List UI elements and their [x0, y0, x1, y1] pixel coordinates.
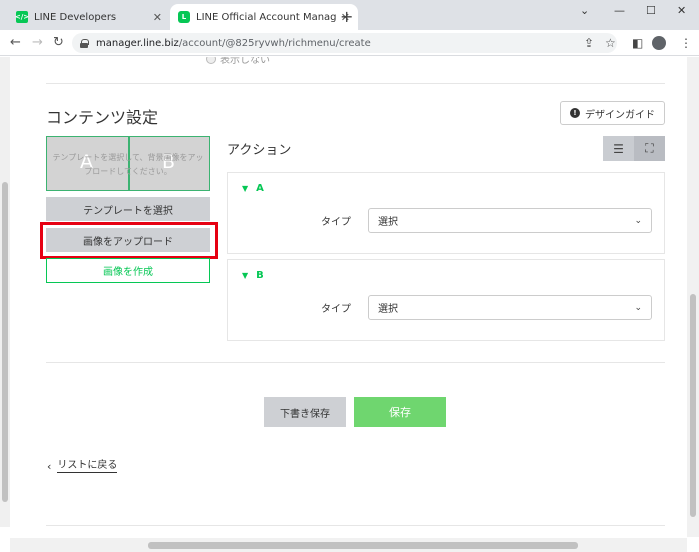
left-scrollbar[interactable] [0, 57, 10, 527]
highlight-box [40, 222, 218, 259]
info-icon: ! [570, 108, 580, 118]
preview-hint: テンプレートを選択して、背景画像をアップロードしてください。 [52, 153, 204, 176]
page-viewport: 表示しない コンテンツ設定 ! デザインガイド A B テンプレートを選択して、… [0, 57, 699, 552]
section-title: コンテンツ設定 [46, 108, 159, 127]
fullscreen-icon[interactable]: ⛶ [634, 136, 665, 161]
action-panel-a: ▼ A タイプ 選択 ⌄ [227, 172, 665, 254]
tab-line-official-account-manager[interactable]: L LINE Official Account Manager ✕ [170, 4, 358, 30]
type-label: タイプ [321, 304, 351, 315]
minimize-icon[interactable]: — [614, 4, 625, 17]
url-host: manager.line.biz [96, 37, 179, 49]
chevron-down-icon: ⌄ [634, 302, 642, 313]
chevron-down-icon[interactable]: ⌄ [580, 4, 589, 17]
window-close-icon[interactable]: ✕ [677, 4, 686, 17]
type-select[interactable]: 選択 ⌄ [368, 295, 652, 320]
actions-title: アクション [227, 143, 292, 158]
tab-title: LINE Developers [34, 11, 117, 23]
radio-label: 表示しない [220, 57, 270, 66]
side-panel-icon[interactable]: ◧ [632, 36, 643, 50]
back-to-list-link[interactable]: ‹ リストに戻る [47, 460, 118, 473]
scrollbar-thumb[interactable] [690, 294, 696, 517]
back-link-label: リストに戻る [57, 460, 118, 473]
tab-title: LINE Official Account Manager [196, 11, 337, 23]
share-icon[interactable]: ⇪ [584, 36, 594, 50]
lock-icon [80, 38, 89, 48]
action-label: A [256, 183, 264, 194]
browser-tab-bar: </> LINE Developers ✕ L LINE Official Ac… [0, 0, 699, 30]
divider [46, 525, 665, 526]
action-panel-b: ▼ B タイプ 選択 ⌄ [227, 259, 665, 341]
profile-avatar[interactable] [652, 36, 666, 50]
right-scrollbar[interactable] [687, 57, 699, 537]
divider [46, 83, 665, 84]
view-toggle: ☰ ⛶ [603, 136, 665, 161]
chevron-down-icon: ▼ [242, 271, 249, 280]
save-button[interactable]: 保存 [354, 397, 446, 427]
new-tab-icon[interactable]: + [340, 7, 353, 26]
radio-icon [206, 57, 216, 64]
type-select-value: 選択 [378, 304, 398, 315]
maximize-icon[interactable]: ☐ [646, 4, 656, 17]
radio-hidden-option[interactable]: 表示しない [206, 57, 270, 66]
type-select[interactable]: 選択 ⌄ [368, 208, 652, 233]
url-input[interactable]: manager.line.biz/account/@825ryvwh/richm… [72, 33, 617, 53]
forward-arrow-icon[interactable]: → [32, 35, 43, 50]
save-draft-button[interactable]: 下書き保存 [264, 397, 346, 427]
select-template-button[interactable]: テンプレートを選択 [46, 197, 210, 221]
reload-icon[interactable]: ↻ [53, 35, 64, 50]
design-guide-button[interactable]: ! デザインガイド [560, 101, 665, 125]
back-arrow-icon[interactable]: ← [10, 35, 21, 50]
create-image-button[interactable]: 画像を作成 [46, 258, 210, 283]
type-select-value: 選択 [378, 217, 398, 228]
tab-line-developers[interactable]: </> LINE Developers ✕ [8, 4, 170, 30]
type-label: タイプ [321, 217, 351, 228]
url-path: /account/@825ryvwh/richmenu/create [178, 37, 371, 49]
list-view-icon[interactable]: ☰ [603, 136, 634, 161]
menu-kebab-icon[interactable]: ⋮ [680, 36, 692, 50]
line-oa-icon: L [178, 11, 190, 23]
action-header-b[interactable]: ▼ B [242, 270, 264, 281]
richmenu-preview[interactable]: A B テンプレートを選択して、背景画像をアップロードしてください。 [46, 136, 210, 191]
line-developers-icon: </> [14, 11, 30, 23]
scrollbar-thumb[interactable] [2, 182, 8, 502]
action-header-a[interactable]: ▼ A [242, 183, 264, 194]
action-label: B [256, 270, 264, 281]
chevron-left-icon: ‹ [47, 460, 52, 473]
design-guide-label: デザインガイド [585, 109, 655, 121]
chevron-down-icon: ⌄ [634, 215, 642, 226]
chevron-down-icon: ▼ [242, 184, 249, 193]
scrollbar-thumb[interactable] [148, 542, 578, 549]
address-bar: ← → ↻ manager.line.biz/account/@825ryvwh… [0, 30, 699, 56]
close-icon[interactable]: ✕ [153, 11, 162, 24]
bookmark-star-icon[interactable]: ☆ [605, 36, 616, 50]
divider [46, 362, 665, 363]
horizontal-scrollbar[interactable] [10, 538, 687, 552]
